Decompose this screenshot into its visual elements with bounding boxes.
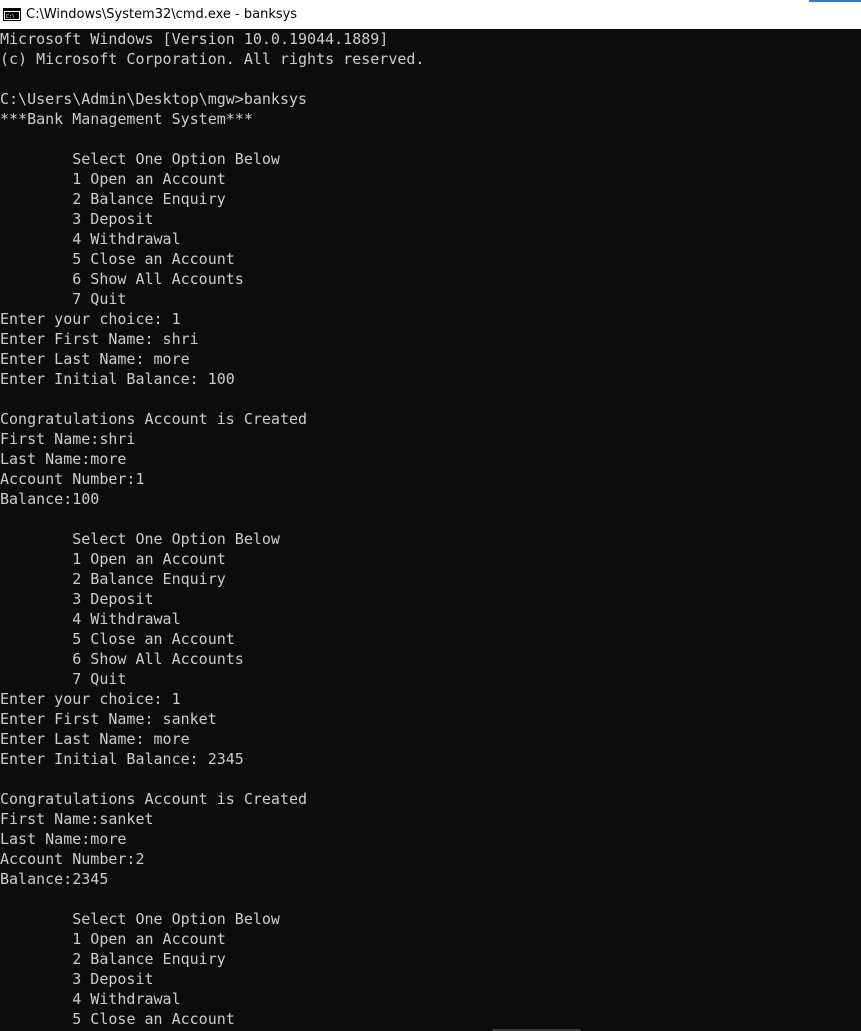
console-line: 3 Deposit — [0, 970, 154, 988]
console-line: Select One Option Below — [0, 910, 280, 928]
console-line: 3 Deposit — [0, 590, 154, 608]
console-line: 2 Balance Enquiry — [0, 190, 226, 208]
console-line: ***Bank Management System*** — [0, 110, 253, 128]
console-line: Select One Option Below — [0, 150, 280, 168]
cmd-icon: C:\ — [3, 8, 21, 22]
console-line: Congratulations Account is Created — [0, 790, 308, 808]
console-line: Last Name:more — [0, 450, 127, 468]
console-line: 5 Close an Account — [0, 250, 235, 268]
console-line: Account Number:1 — [0, 470, 145, 488]
console-line: 2 Balance Enquiry — [0, 950, 226, 968]
console-line: Enter your choice: 1 — [0, 310, 181, 328]
console-line: C:\Users\Admin\Desktop\mgw>banksys — [0, 90, 308, 108]
console-line: 4 Withdrawal — [0, 990, 181, 1008]
console-line: Enter First Name: sanket — [0, 710, 217, 728]
console-line: 4 Withdrawal — [0, 610, 181, 628]
console-line: Enter Last Name: more — [0, 350, 190, 368]
title-bar[interactable]: C:\ C:\Windows\System32\cmd.exe - banksy… — [0, 0, 861, 29]
console-line: 1 Open an Account — [0, 170, 226, 188]
console-line: 3 Deposit — [0, 210, 154, 228]
console-line: Balance:100 — [0, 490, 100, 508]
console-line: Select One Option Below — [0, 530, 280, 548]
console-line: 5 Close an Account — [0, 630, 235, 648]
console-line: Last Name:more — [0, 830, 127, 848]
console-line: Enter Initial Balance: 100 — [0, 370, 235, 388]
console-line: (c) Microsoft Corporation. All rights re… — [0, 50, 425, 68]
console-line: Enter First Name: shri — [0, 330, 199, 348]
console-line: Enter Initial Balance: 2345 — [0, 750, 244, 768]
cmd-window: C:\ C:\Windows\System32\cmd.exe - banksy… — [0, 0, 861, 1031]
console-line: Enter your choice: 1 — [0, 690, 181, 708]
console-line: 1 Open an Account — [0, 550, 226, 568]
svg-text:C:\: C:\ — [6, 14, 15, 20]
console-line: Congratulations Account is Created — [0, 410, 308, 428]
console-line: 5 Close an Account — [0, 1010, 235, 1028]
console-line: 7 Quit — [0, 290, 127, 308]
console-line: 7 Quit — [0, 670, 127, 688]
window-title: C:\Windows\System32\cmd.exe - banksys — [26, 7, 298, 22]
console-line: 6 Show All Accounts — [0, 650, 244, 668]
console-line: 2 Balance Enquiry — [0, 570, 226, 588]
console-line: 6 Show All Accounts — [0, 270, 244, 288]
console-line: Balance:2345 — [0, 870, 109, 888]
console-line: Enter Last Name: more — [0, 730, 190, 748]
console-output[interactable]: Microsoft Windows [Version 10.0.19044.18… — [0, 29, 861, 1031]
console-line: Account Number:2 — [0, 850, 145, 868]
titlebar-accent — [809, 0, 861, 2]
console-line: First Name:shri — [0, 430, 136, 448]
console-line: 1 Open an Account — [0, 930, 226, 948]
console-line: First Name:sanket — [0, 810, 154, 828]
console-line: Microsoft Windows [Version 10.0.19044.18… — [0, 30, 389, 48]
console-line: 4 Withdrawal — [0, 230, 181, 248]
